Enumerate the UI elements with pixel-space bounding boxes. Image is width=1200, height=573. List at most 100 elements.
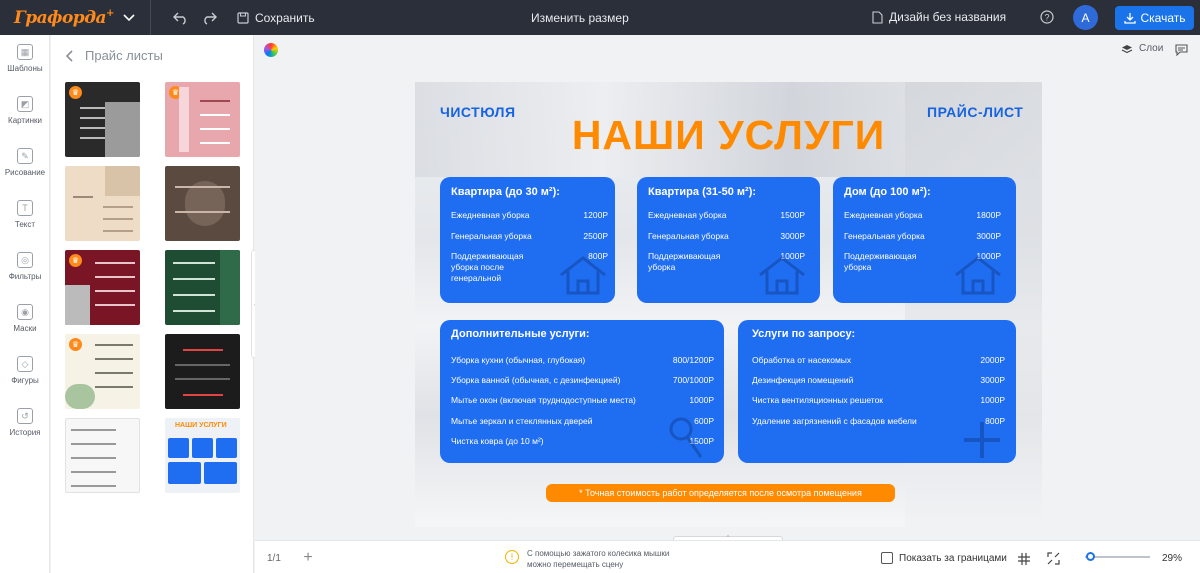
add-page-button[interactable]: + [299, 549, 317, 567]
checkbox[interactable] [881, 552, 893, 564]
design-title[interactable]: НАШИ УСЛУГИ [565, 112, 892, 159]
row-value: 3000Р [976, 231, 1001, 241]
card-title: Услуги по запросу: [752, 328, 856, 340]
info-icon: ! [505, 550, 519, 564]
divider [149, 0, 151, 35]
redo-icon[interactable] [199, 8, 219, 28]
row-label: Мытье зеркал и стеклянных дверей [451, 416, 593, 426]
comments-icon[interactable] [1175, 43, 1188, 61]
template-thumb[interactable] [165, 250, 240, 325]
row-value: 1000Р [689, 395, 714, 405]
price-card-on-request[interactable]: Услуги по запросу: Обработка от насекомы… [738, 320, 1016, 463]
rail-item-filters[interactable]: ◎ Фильтры [0, 252, 50, 281]
rail-item-masks[interactable]: ◉ Маски [0, 304, 50, 333]
logo[interactable]: Графорда+ [14, 8, 114, 28]
hint-text: С помощью зажатого колесика мышки можно … [527, 549, 670, 569]
row-label: Чистка ковра (до 10 м²) [451, 436, 544, 446]
footnote-banner[interactable]: * Точная стоимость работ определяется по… [546, 484, 895, 502]
template-thumb[interactable] [165, 334, 240, 409]
back-arrow-icon[interactable] [65, 49, 73, 62]
crown-icon: ♛ [69, 86, 82, 99]
price-card-extra-services[interactable]: Дополнительные услуги: Уборка кухни (обы… [440, 320, 724, 463]
template-thumb[interactable]: ♛ [65, 250, 140, 325]
undo-icon[interactable] [171, 8, 191, 28]
price-card-apartment-30[interactable]: Квартира (до 30 м²): Ежедневная уборка 1… [440, 177, 615, 303]
hint: ! С помощью зажатого колесика мышки можн… [505, 548, 687, 570]
templates-panel: Прайс листы ♛ ♛ ♛ ♛ НАШИ УСЛУГИ [51, 35, 254, 573]
masks-icon: ◉ [17, 304, 33, 320]
save-label: Сохранить [254, 10, 315, 25]
zoom-slider-handle[interactable] [1086, 552, 1095, 561]
rail-label: Рисование [4, 168, 46, 177]
row-value: 1000Р [980, 395, 1005, 405]
document-name-label: Дизайн без названия [889, 10, 1007, 24]
template-thumb[interactable]: ♛ [65, 82, 140, 157]
bottom-bar: 1/1 + ! С помощью зажатого колесика мышк… [255, 540, 1200, 573]
chevron-down-icon[interactable] [122, 11, 136, 25]
templates-icon: ▦ [17, 44, 33, 60]
card-title: Дом (до 100 м²): [844, 186, 931, 198]
template-thumb[interactable] [65, 418, 140, 493]
crown-icon: ♛ [69, 254, 82, 267]
history-icon: ↺ [17, 408, 33, 424]
row-label: Уборка кухни (обычная, глубокая) [451, 355, 586, 365]
rail-item-templates[interactable]: ▦ Шаблоны [0, 44, 50, 73]
download-icon [1123, 13, 1136, 24]
price-card-house-100[interactable]: Дом (до 100 м²): Ежедневная уборка 1800Р… [833, 177, 1016, 303]
template-thumb[interactable]: ♛ [65, 334, 140, 409]
house-icon [759, 256, 805, 295]
logo-plus: + [106, 7, 114, 19]
filters-icon: ◎ [17, 252, 33, 268]
layers-label: Слои [1139, 43, 1164, 54]
row-label: Дезинфекция помещений [752, 375, 854, 385]
rail-item-shapes[interactable]: ◇ Фигуры [0, 356, 50, 385]
price-list-label[interactable]: ПРАЙС-ЛИСТ [927, 104, 1023, 120]
rail-item-history[interactable]: ↺ История [0, 408, 50, 437]
rail-item-images[interactable]: ◩ Картинки [0, 96, 50, 125]
plus-icon [964, 422, 1000, 458]
download-button[interactable]: Скачать [1115, 6, 1194, 30]
panel-header: Прайс листы [65, 48, 163, 63]
row-value: 1800Р [976, 210, 1001, 220]
fit-screen-icon[interactable] [1047, 552, 1060, 570]
rail-label: Текст [14, 220, 36, 229]
help-icon[interactable]: ? [1040, 10, 1054, 29]
color-wheel-icon[interactable] [264, 43, 278, 57]
row-label: Ежедневная уборка [844, 210, 923, 220]
template-thumb[interactable] [165, 166, 240, 241]
document-icon [872, 10, 883, 24]
text-icon: T [17, 200, 33, 216]
template-thumb[interactable] [65, 166, 140, 241]
row-label: Генеральная уборка [648, 231, 729, 241]
tool-rail: ▦ Шаблоны ◩ Картинки ✎ Рисование T Текст… [0, 35, 50, 573]
design-canvas[interactable]: ЧИСТЮЛЯ ПРАЙС-ЛИСТ НАШИ УСЛУГИ Квартира … [415, 82, 1042, 527]
rail-label: Шаблоны [7, 64, 43, 73]
card-title: Дополнительные услуги: [451, 328, 590, 340]
rail-item-text[interactable]: T Текст [0, 200, 50, 229]
card-title: Квартира (до 30 м²): [451, 186, 560, 198]
grid-icon[interactable] [1018, 552, 1030, 570]
card-title: Квартира (31-50 м²): [648, 186, 757, 198]
rail-label: Фильтры [8, 272, 42, 281]
rail-label: Картинки [8, 116, 42, 125]
row-label: Ежедневная уборка [451, 210, 530, 220]
row-label: Уборка ванной (обычная, с дезинфекцией) [451, 375, 621, 385]
download-label: Скачать [1140, 11, 1186, 25]
row-value: 1200Р [583, 210, 608, 220]
resize-button[interactable]: Изменить размер [531, 11, 629, 25]
template-thumb-selected[interactable]: НАШИ УСЛУГИ [165, 418, 240, 493]
show-outside-bounds-toggle[interactable]: Показать за границами [881, 552, 1007, 564]
rail-item-draw[interactable]: ✎ Рисование [0, 148, 50, 177]
top-bar: Графорда+ Сохранить Изменить размер Диза… [0, 0, 1200, 35]
save-button[interactable]: Сохранить [237, 11, 315, 25]
row-value: 2500Р [583, 231, 608, 241]
price-card-apartment-50[interactable]: Квартира (31-50 м²): Ежедневная уборка 1… [637, 177, 820, 303]
row-value: 3000Р [780, 231, 805, 241]
row-label: Обработка от насекомых [752, 355, 852, 365]
brand-name[interactable]: ЧИСТЮЛЯ [440, 104, 516, 120]
template-thumb[interactable]: ♛ [165, 82, 240, 157]
layers-button[interactable]: Слои [1121, 43, 1163, 54]
row-label: Мытье окон (включая труднодоступные мест… [451, 395, 636, 405]
document-name[interactable]: Дизайн без названия [872, 10, 1006, 24]
avatar[interactable]: А [1073, 5, 1098, 30]
